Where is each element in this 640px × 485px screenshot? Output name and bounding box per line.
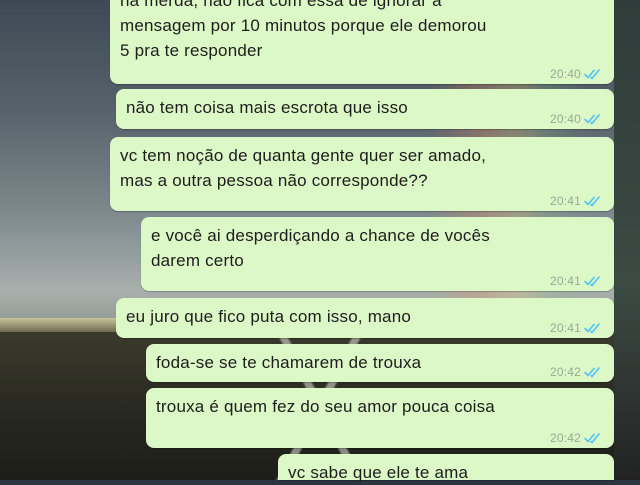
- message-bubble-outgoing[interactable]: não tem coisa mais escrota que isso 20:4…: [116, 89, 614, 129]
- message-meta: 20:40: [550, 112, 602, 126]
- message-time: 20:41: [549, 194, 581, 208]
- message-bubble-outgoing[interactable]: foda-se se te chamarem de trouxa 20:42: [146, 344, 614, 382]
- message-text: eu juro que fico puta com isso, mano: [126, 307, 412, 326]
- message-bubble-outgoing[interactable]: vc sabe que ele te ama: [278, 454, 614, 482]
- double-check-read-icon: [584, 323, 600, 334]
- message-bubble-outgoing[interactable]: trouxa é quem fez do seu amor pouca cois…: [146, 388, 614, 448]
- message-time: 20:40: [549, 112, 581, 126]
- message-bubble-outgoing[interactable]: eu juro que fico puta com isso, mano 20:…: [116, 298, 614, 338]
- message-time: 20:40: [549, 67, 581, 81]
- double-check-read-icon: [584, 433, 600, 444]
- message-meta: 20:41: [550, 321, 602, 335]
- message-bubble-outgoing[interactable]: na merda, não fica com essa de ignorar a…: [110, 0, 614, 84]
- message-text: vc sabe que ele te ama: [288, 463, 469, 482]
- message-text: na merda, não fica com essa de ignorar a…: [120, 0, 487, 60]
- message-text: trouxa é quem fez do seu amor pouca cois…: [156, 397, 495, 416]
- message-text: vc tem noção de quanta gente quer ser am…: [120, 146, 487, 190]
- message-meta: 20:41: [550, 194, 602, 208]
- message-meta: 20:41: [550, 274, 602, 288]
- double-check-read-icon: [584, 276, 600, 287]
- message-text: e você ai desperdiçando a chance de você…: [151, 226, 490, 270]
- double-check-read-icon: [584, 367, 600, 378]
- message-list: na merda, não fica com essa de ignorar a…: [0, 0, 640, 482]
- double-check-read-icon: [584, 69, 600, 80]
- message-time: 20:41: [549, 321, 581, 335]
- message-bubble-outgoing[interactable]: e você ai desperdiçando a chance de você…: [141, 217, 614, 291]
- message-bubble-outgoing[interactable]: vc tem noção de quanta gente quer ser am…: [110, 137, 614, 211]
- message-meta: 20:42: [550, 431, 602, 445]
- double-check-read-icon: [584, 114, 600, 125]
- message-text: foda-se se te chamarem de trouxa: [156, 353, 422, 372]
- message-time: 20:41: [549, 274, 581, 288]
- message-meta: 20:40: [550, 67, 602, 81]
- double-check-read-icon: [584, 196, 600, 207]
- message-meta: 20:42: [550, 365, 602, 379]
- message-time: 20:42: [549, 431, 581, 445]
- message-time: 20:42: [549, 365, 581, 379]
- message-text: não tem coisa mais escrota que isso: [126, 98, 408, 117]
